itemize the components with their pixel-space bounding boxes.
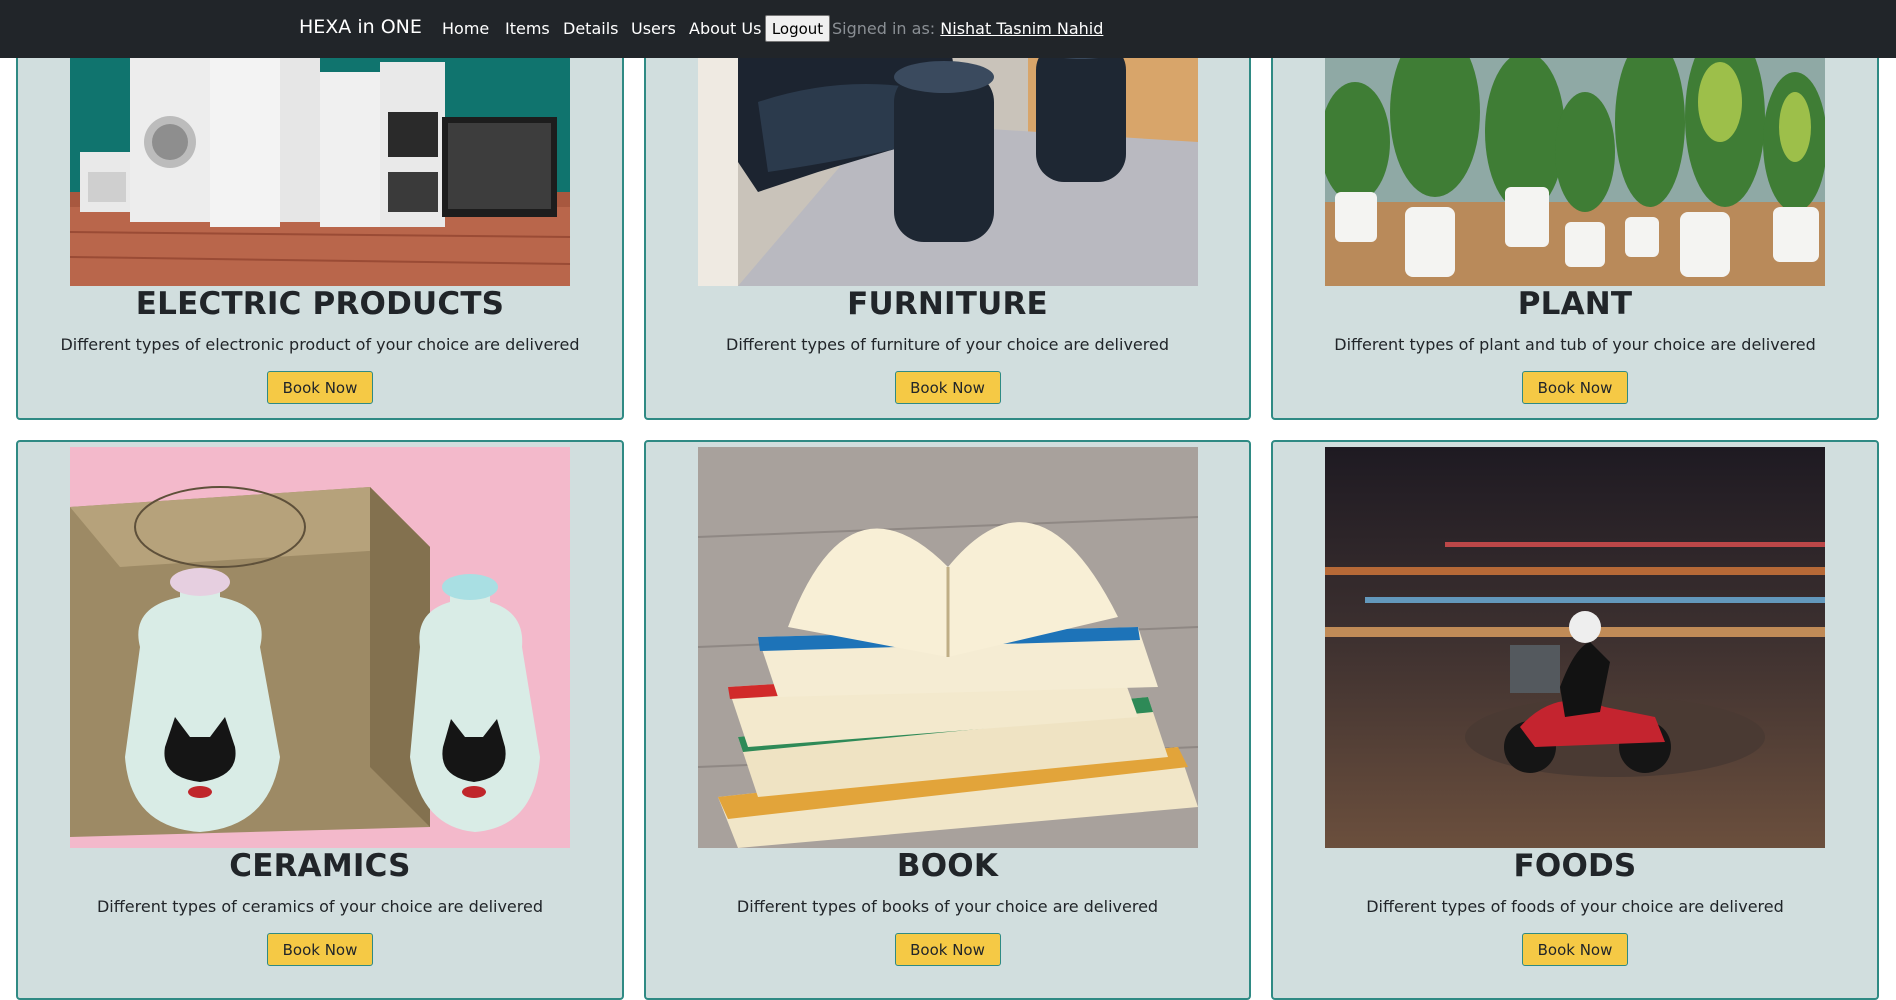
card-book: BOOK Different types of books of your ch…: [644, 440, 1251, 1000]
user-name-link[interactable]: Nishat Tasnim Nahid: [940, 19, 1103, 38]
card-title: BOOK: [896, 848, 999, 884]
nav-home[interactable]: Home: [442, 19, 489, 38]
nav-details[interactable]: Details: [563, 19, 618, 38]
appliances-image: [70, 32, 570, 286]
card-title: FOODS: [1513, 848, 1637, 884]
card-description: Different types of electronic product of…: [60, 335, 580, 354]
card-description: Different types of furniture of your cho…: [726, 335, 1169, 354]
book-now-button[interactable]: Book Now: [267, 371, 373, 404]
books-image: [698, 447, 1198, 848]
card-description: Different types of foods of your choice …: [1366, 897, 1784, 916]
nav-items[interactable]: Items: [505, 19, 550, 38]
card-title: FURNITURE: [847, 286, 1048, 322]
delivery-image: [1325, 447, 1825, 848]
brand-link[interactable]: HEXA in ONE: [299, 16, 422, 38]
furniture-image: [698, 32, 1198, 286]
nav-about-us[interactable]: About Us: [689, 19, 761, 38]
card-furniture: FURNITURE Different types of furniture o…: [644, 30, 1251, 420]
book-now-button[interactable]: Book Now: [894, 933, 1001, 966]
top-navbar: HEXA in ONE Home Items Details Users Abo…: [0, 0, 1896, 58]
card-ceramics: CERAMICS Different types of ceramics of …: [16, 440, 624, 1000]
card-description: Different types of ceramics of your choi…: [96, 897, 543, 916]
card-electric-products: ELECTRIC PRODUCTS Different types of ele…: [16, 30, 624, 420]
card-title: CERAMICS: [229, 848, 411, 884]
signed-in-prefix: Signed in as:: [832, 19, 941, 38]
book-now-button[interactable]: Book Now: [894, 371, 1001, 404]
plants-image: [1325, 32, 1825, 286]
nav-users[interactable]: Users: [631, 19, 676, 38]
book-now-button[interactable]: Book Now: [1522, 371, 1628, 404]
ceramics-image: [70, 447, 570, 848]
card-description: Different types of plant and tub of your…: [1334, 335, 1816, 354]
book-now-button[interactable]: Book Now: [267, 933, 373, 966]
card-foods: FOODS Different types of foods of your c…: [1271, 440, 1879, 1000]
card-description: Different types of books of your choice …: [736, 897, 1159, 916]
logout-button[interactable]: Logout: [765, 15, 830, 42]
card-plant: PLANT Different types of plant and tub o…: [1271, 30, 1879, 420]
card-title: ELECTRIC PRODUCTS: [135, 286, 505, 322]
card-title: PLANT: [1517, 286, 1633, 322]
book-now-button[interactable]: Book Now: [1522, 933, 1628, 966]
signed-in-text: Signed in as: Nishat Tasnim Nahid: [832, 19, 1103, 38]
